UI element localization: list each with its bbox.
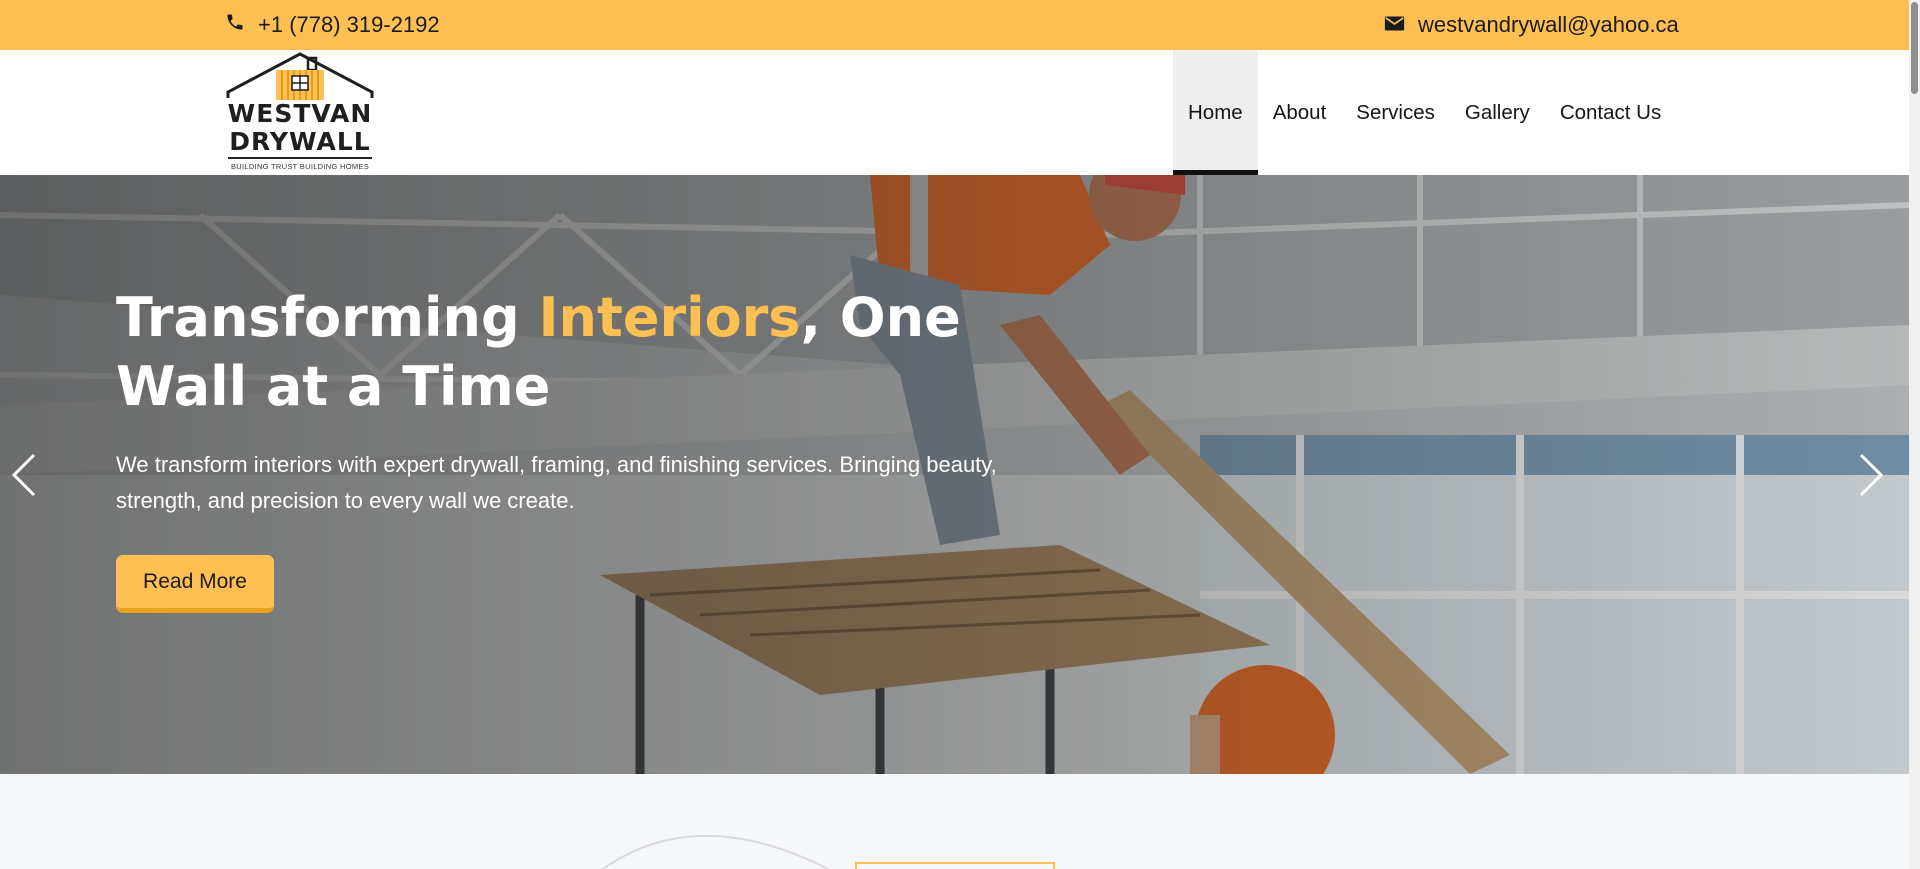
decorative-curve	[601, 834, 829, 869]
top-contact-bar: +1 (778) 319-2192 westvandrywall@yahoo.c…	[0, 0, 1909, 50]
nav-item-contact-us[interactable]: Contact Us	[1545, 50, 1676, 175]
site-header: WESTVAN DRYWALL BUILDING TRUST BUILDING …	[0, 50, 1909, 175]
email-contact[interactable]: westvandrywall@yahoo.ca	[1384, 0, 1679, 50]
logo-rule	[228, 157, 372, 159]
scrollbar-thumb[interactable]	[1911, 2, 1918, 94]
site-logo[interactable]: WESTVAN DRYWALL BUILDING TRUST BUILDING …	[226, 52, 374, 172]
main-nav: Home About Services Gallery Contact Us	[1173, 50, 1676, 175]
next-section	[0, 774, 1909, 869]
chevron-right-icon[interactable]	[1851, 445, 1891, 505]
mail-icon	[1384, 12, 1418, 38]
section-tag-frame	[855, 862, 1055, 869]
logo-line1: WESTVAN	[227, 99, 373, 128]
email-address: westvandrywall@yahoo.ca	[1418, 12, 1679, 37]
nav-item-gallery[interactable]: Gallery	[1450, 50, 1545, 175]
nav-item-home[interactable]: Home	[1173, 50, 1258, 175]
phone-number: +1 (778) 319-2192	[258, 12, 440, 37]
hero-description: We transform interiors with expert drywa…	[116, 452, 997, 513]
phone-contact[interactable]: +1 (778) 319-2192	[225, 0, 440, 50]
hero-title: Transforming Interiors, One Wall at a Ti…	[116, 283, 1036, 421]
nav-item-services[interactable]: Services	[1341, 50, 1450, 175]
hero-title-part1: Transforming	[116, 286, 539, 349]
page-scrollbar[interactable]	[1909, 0, 1920, 869]
logo-tagline: BUILDING TRUST BUILDING HOMES	[230, 162, 370, 171]
phone-icon	[225, 12, 258, 38]
logo-line2: DRYWALL	[229, 127, 371, 156]
hero-title-accent: Interiors	[538, 286, 801, 349]
chevron-left-icon[interactable]	[4, 445, 44, 505]
hero-slider: Transforming Interiors, One Wall at a Ti…	[0, 175, 1909, 774]
read-more-button[interactable]: Read More	[116, 555, 274, 613]
nav-item-about[interactable]: About	[1258, 50, 1342, 175]
house-logo-icon	[226, 52, 374, 100]
